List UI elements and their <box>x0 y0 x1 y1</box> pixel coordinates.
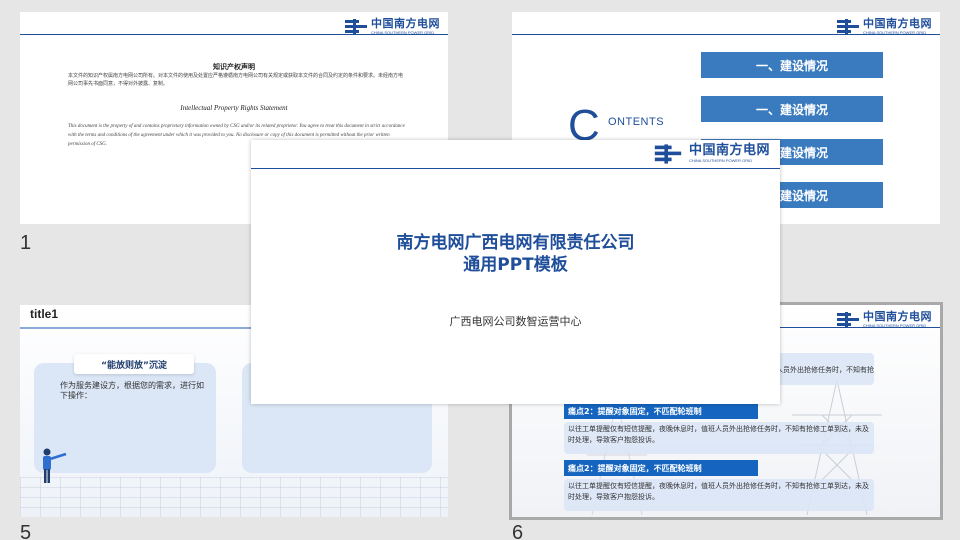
csg-logo-mark-icon <box>837 311 859 328</box>
pain-point-text-3: 以往工单提醒仅有短信提醒，夜晚休息时，值班人员外出抢修任务时，不知有抢修工单到达… <box>568 482 869 501</box>
contents-word: ONTENTS <box>608 116 665 128</box>
header-rule <box>512 34 940 35</box>
grid-floor-decoration <box>20 477 448 517</box>
slide-number-1: 1 <box>20 232 32 254</box>
presenter-person-icon <box>43 448 67 483</box>
csg-logo-mark-icon <box>345 18 367 35</box>
slide-title: title1 <box>30 307 59 321</box>
logo-cn-text: 中国南方电网 <box>688 143 770 158</box>
title-line-2: 通用PPT模板 <box>463 255 568 275</box>
toc-item-2: 一、建设情况 <box>701 96 883 122</box>
header-rule <box>251 168 780 169</box>
pain-point-text-2: 以往工单提醒仅有短信提醒，夜晚休息时，值班人员外出抢修任务时，不知有抢修工单到达… <box>568 425 869 444</box>
csg-logo: 中国南方电网 CHINA SOUTHERN POWER GRID <box>345 18 440 35</box>
header-rule <box>20 34 448 35</box>
card-text: 作为服务建设方，根据您的需求，进行如下操作： <box>60 381 204 400</box>
slide-number-5: 5 <box>20 522 32 540</box>
csg-logo: 中国南方电网 CHINA SOUTHERN POWER GRID <box>654 143 770 164</box>
logo-cn-text: 中国南方电网 <box>371 17 440 30</box>
pain-point-title-2: 痛点2：提醒对象固定，不匹配轮班制 <box>564 403 758 419</box>
ip-text: 本文件的知识产权属南方电网公司所有。对本文件的使用及处置应严格遵循南方电网公司有… <box>68 73 404 87</box>
pain-point-title-3: 痛点2：提醒对象固定，不匹配轮班制 <box>564 460 758 476</box>
csg-logo-mark-icon <box>837 18 859 35</box>
ip-title: 知识产权声明 <box>213 63 255 71</box>
logo-cn-text: 中国南方电网 <box>863 310 932 323</box>
title-subtitle: 广西电网公司数智运营中心 <box>449 315 582 328</box>
logo-en-text: CHINA SOUTHERN POWER GRID <box>688 158 753 163</box>
ip-en-title: Intellectual Property Rights Statement <box>180 104 288 112</box>
card-tag: “能放则放”沉淀 <box>74 354 194 374</box>
toc-item-1: 一、建设情况 <box>701 52 883 78</box>
csg-logo: 中国南方电网 CHINA SOUTHERN POWER GRID <box>837 18 932 35</box>
slide-number-6: 6 <box>512 522 524 540</box>
csg-logo: 中国南方电网 CHINA SOUTHERN POWER GRID <box>837 311 932 328</box>
csg-logo-mark-icon <box>654 143 682 164</box>
logo-cn-text: 中国南方电网 <box>863 17 932 30</box>
dragged-title-slide[interactable]: 中国南方电网 CHINA SOUTHERN POWER GRID 南方电网广西电… <box>251 140 780 404</box>
